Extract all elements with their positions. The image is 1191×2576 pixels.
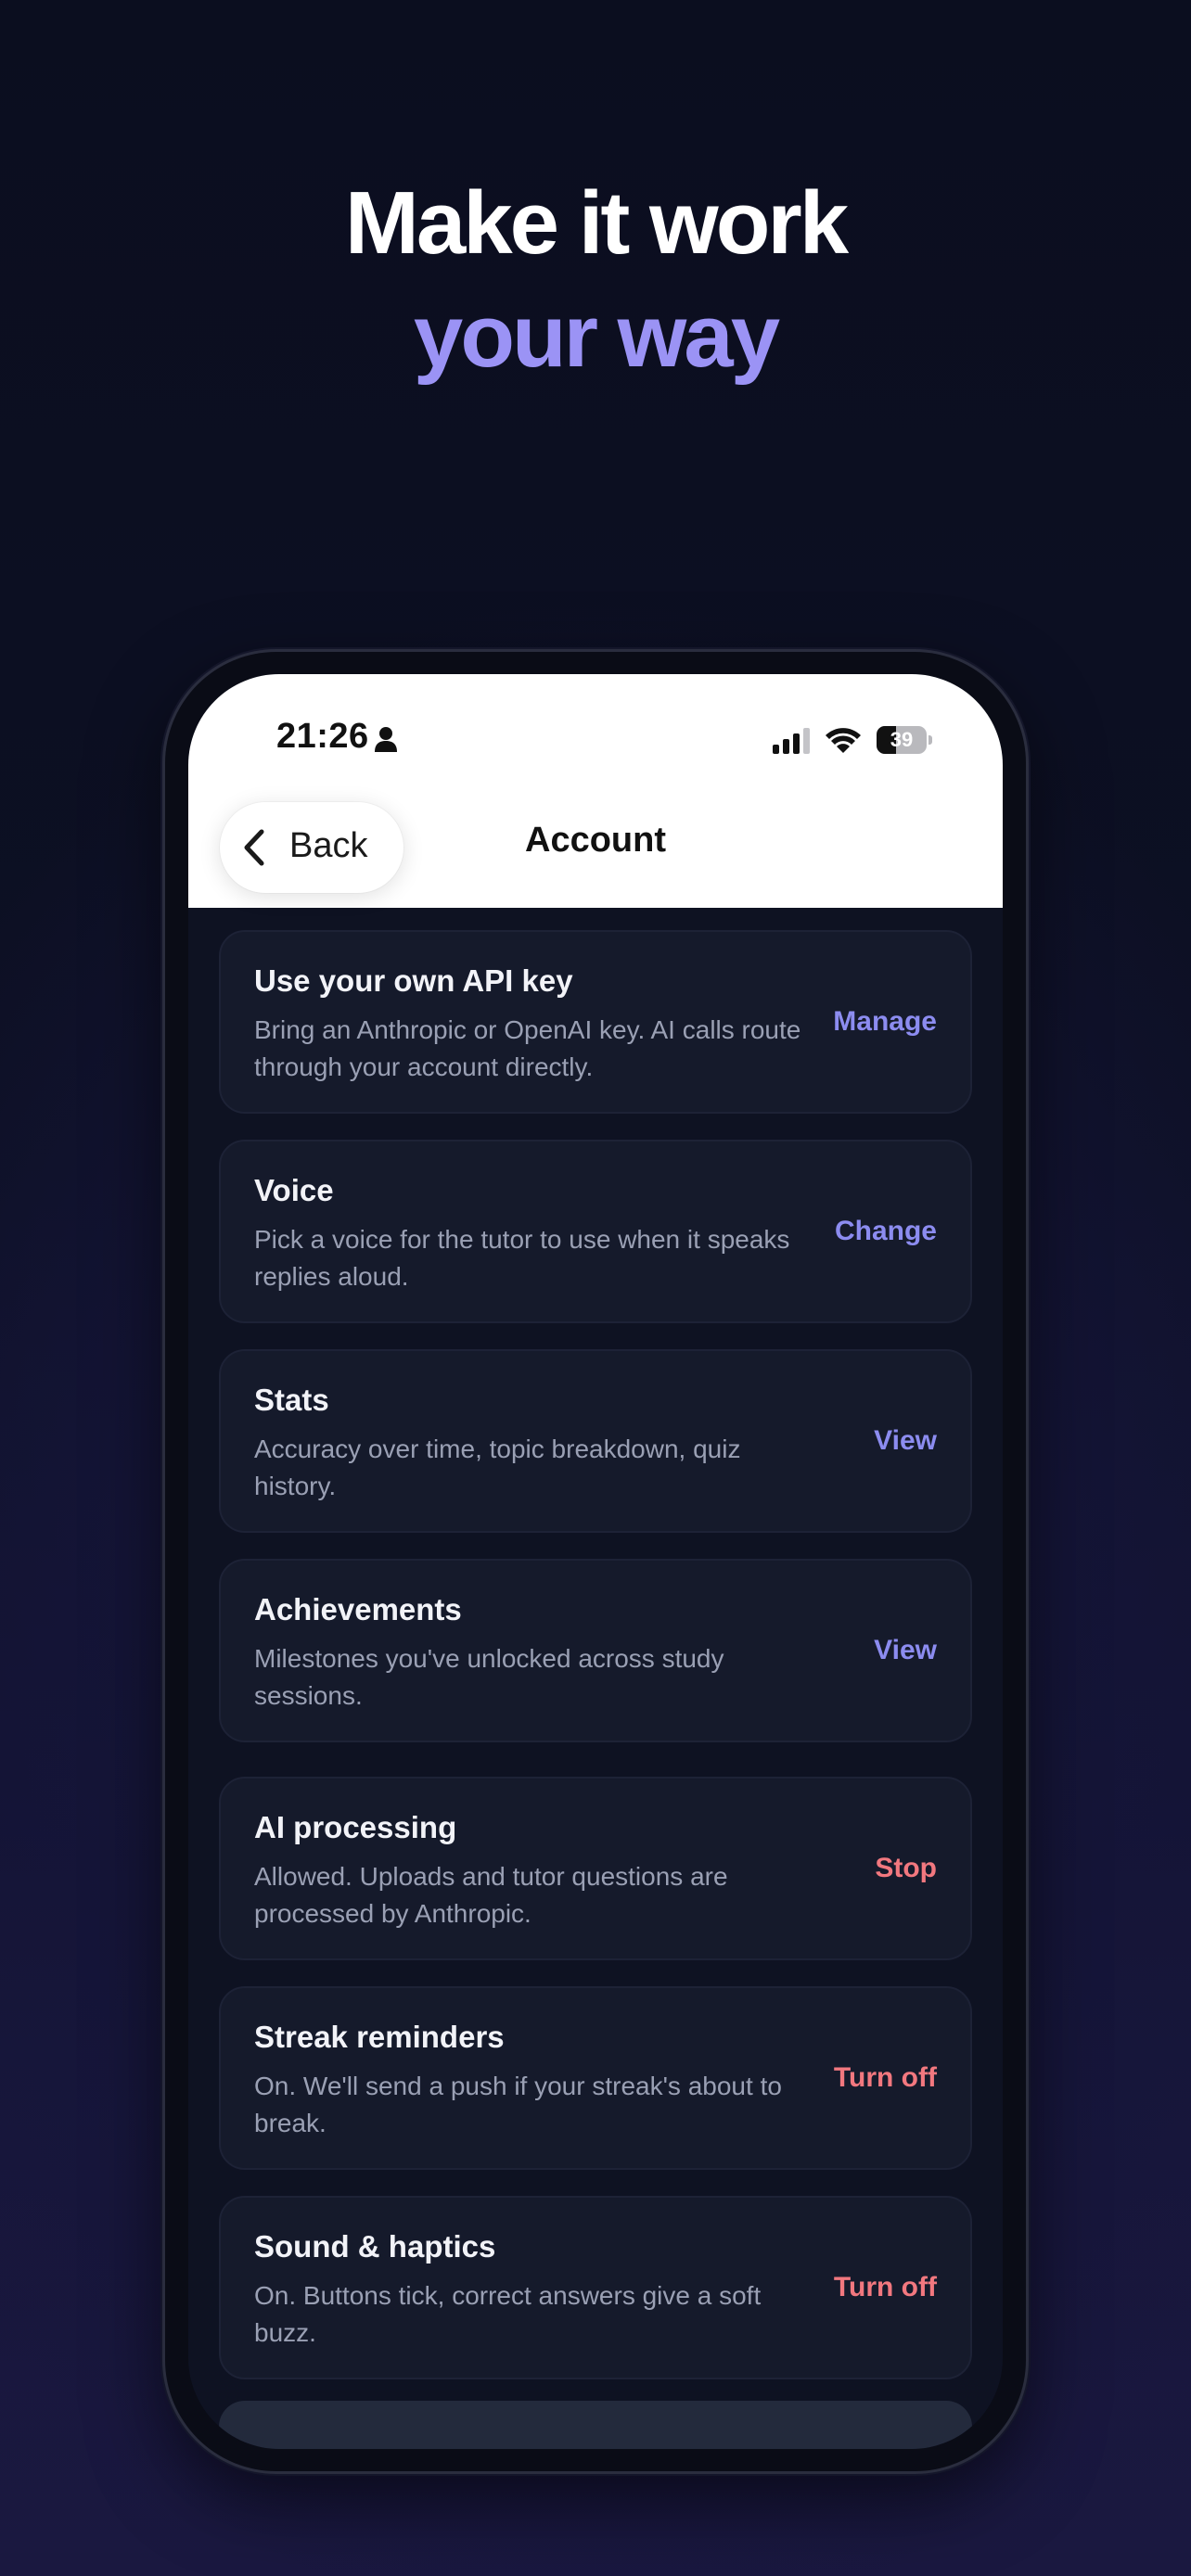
manage-api-key-button[interactable]: Manage — [833, 1006, 937, 1038]
setting-card-ai-processing: AI processing Allowed. Uploads and tutor… — [219, 1777, 972, 1960]
headline-line-2: your way — [413, 287, 780, 386]
turn-off-sound-haptics-button[interactable]: Turn off — [834, 2272, 937, 2303]
headline-line-1: Make it work — [344, 173, 849, 273]
battery-level-text: 39 — [890, 728, 914, 751]
setting-card-sound-haptics: Sound & haptics On. Buttons tick, correc… — [219, 2196, 972, 2379]
signal-icon — [773, 728, 810, 754]
page-title: Account — [525, 821, 666, 860]
setting-description: Pick a voice for the tutor to use when i… — [254, 1225, 790, 1291]
setting-description: Milestones you've unlocked across study … — [254, 1644, 724, 1710]
setting-description: On. We'll send a push if your streak's a… — [254, 2072, 782, 2137]
setting-title: Use your own API key — [254, 963, 573, 998]
view-stats-button[interactable]: View — [874, 1425, 937, 1457]
setting-card-api-key: Use your own API key Bring an Anthropic … — [219, 930, 972, 1114]
setting-card-achievements: Achievements Milestones you've unlocked … — [219, 1559, 972, 1742]
status-time: 21:26 — [276, 717, 369, 756]
turn-off-streak-reminders-button[interactable]: Turn off — [834, 2062, 937, 2094]
setting-title: AI processing — [254, 1810, 457, 1844]
setting-card-voice: Voice Pick a voice for the tutor to use … — [219, 1140, 972, 1323]
setting-description: On. Buttons tick, correct answers give a… — [254, 2281, 762, 2347]
setting-title: Voice — [254, 1173, 334, 1207]
person-icon — [375, 727, 397, 752]
top-bar: 21:26 39 Back Account — [188, 674, 1003, 908]
headline: Make it work your way — [0, 167, 1191, 393]
setting-card-streak-reminders: Streak reminders On. We'll send a push i… — [219, 1986, 972, 2170]
stop-ai-processing-button[interactable]: Stop — [875, 1853, 937, 1884]
setting-title: Achievements — [254, 1592, 462, 1626]
battery-icon: 39 — [877, 726, 932, 754]
setting-title: Sound & haptics — [254, 2229, 496, 2264]
wifi-icon — [826, 728, 861, 753]
setting-title: Streak reminders — [254, 2020, 505, 2054]
setting-description: Bring an Anthropic or OpenAI key. AI cal… — [254, 1015, 801, 1081]
change-voice-button[interactable]: Change — [835, 1216, 937, 1247]
view-achievements-button[interactable]: View — [874, 1635, 937, 1666]
setting-description: Allowed. Uploads and tutor questions are… — [254, 1862, 728, 1928]
setting-title: Stats — [254, 1383, 329, 1417]
setting-description: Accuracy over time, topic breakdown, qui… — [254, 1435, 741, 1500]
partial-card — [219, 2401, 972, 2449]
phone-frame: 21:26 39 Back Account Use your own API k… — [165, 652, 1026, 2471]
phone-screen: 21:26 39 Back Account Use your own API k… — [188, 674, 1003, 2449]
setting-card-stats: Stats Accuracy over time, topic breakdow… — [219, 1349, 972, 1533]
